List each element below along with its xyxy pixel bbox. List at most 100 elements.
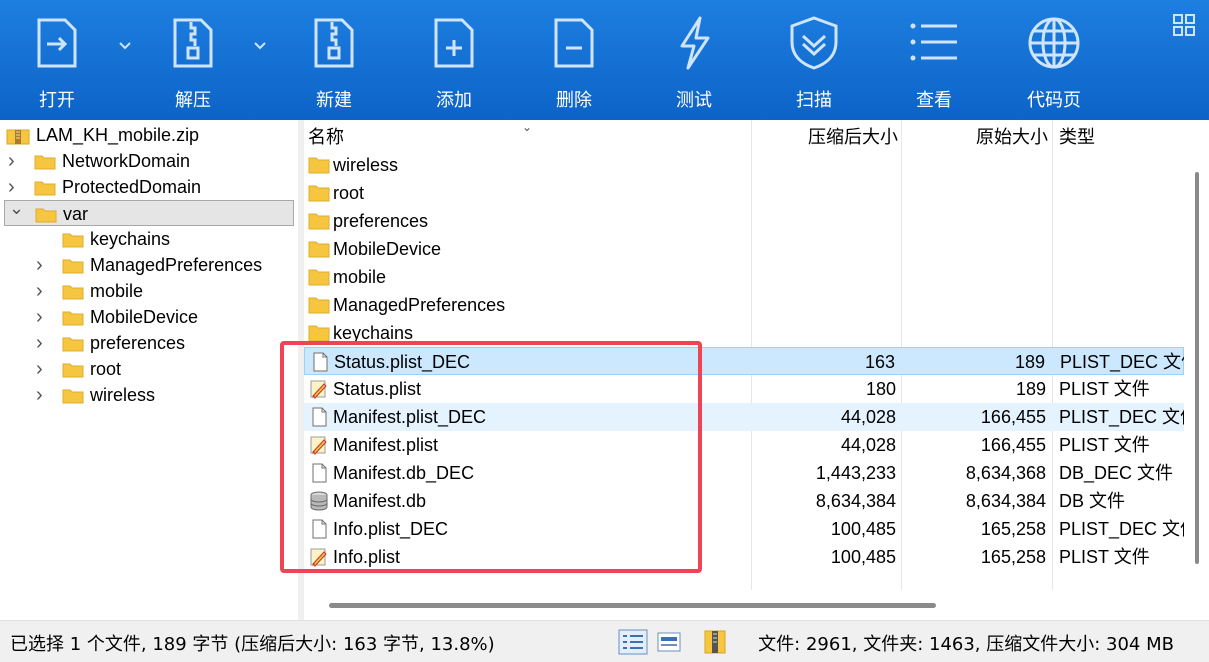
column-header-compressed[interactable]: 压缩后大小 xyxy=(808,124,898,152)
folder-icon xyxy=(62,285,84,300)
chevron-right-icon[interactable]: › xyxy=(8,148,22,174)
folder-icon xyxy=(308,185,330,202)
file-row[interactable]: Manifest.plist_DEC 44,028 166,455 PLIST_DEC… xyxy=(304,403,1184,431)
file-type: DB_DEC 文件 xyxy=(1059,463,1174,483)
tree-item-label: var xyxy=(63,204,89,224)
column-header-type[interactable]: 类型 xyxy=(1059,124,1095,152)
file-row[interactable]: Info.plist_DEC 100,485 165,258 PLIST_DEC 文件 xyxy=(304,515,1184,543)
file-name: mobile xyxy=(333,267,387,287)
file-row[interactable]: root xyxy=(304,179,1184,207)
chevron-right-icon[interactable]: › xyxy=(36,304,50,330)
chevron-right-icon[interactable]: › xyxy=(36,356,50,382)
original-size: 166,455 xyxy=(980,435,1046,455)
extract-zip-icon xyxy=(173,18,213,68)
folder-icon xyxy=(34,155,56,170)
scan-shield-icon xyxy=(790,16,838,70)
delete-button[interactable]: 删除 xyxy=(519,0,629,120)
file-row[interactable]: Status.plist 180 189 PLIST 文件 xyxy=(304,375,1184,403)
file-name: Info.plist xyxy=(333,547,401,567)
file-row[interactable]: Manifest.db 8,634,384 8,634,384 DB 文件 xyxy=(304,487,1184,515)
new-archive-icon xyxy=(314,18,354,68)
test-label: 测试 xyxy=(676,90,712,111)
delete-label: 删除 xyxy=(556,90,592,111)
tree-root-label: LAM_KH_mobile.zip xyxy=(36,125,200,145)
tree-item-wireless[interactable]: › wireless xyxy=(0,382,298,408)
tree-item-mobiledevice[interactable]: › MobileDevice xyxy=(0,304,298,330)
tree-item-networkdomain[interactable]: › NetworkDomain xyxy=(0,148,298,174)
layout-grid-icon[interactable] xyxy=(1173,14,1195,36)
scan-button[interactable]: 扫描 xyxy=(759,0,869,120)
plist-edit-icon xyxy=(310,436,327,455)
file-type: PLIST 文件 xyxy=(1059,379,1150,399)
tree-item-preferences[interactable]: › preferences xyxy=(0,330,298,356)
add-button[interactable]: 添加 xyxy=(399,0,509,120)
file-name: root xyxy=(333,183,365,203)
folder-icon xyxy=(62,259,84,274)
tree-item-root[interactable]: › root xyxy=(0,356,298,382)
scan-label: 扫描 xyxy=(796,90,832,111)
file-name: Manifest.plist xyxy=(333,435,439,455)
chevron-right-icon[interactable]: › xyxy=(36,278,50,304)
vertical-scrollbar-thumb[interactable] xyxy=(1195,172,1199,564)
test-button[interactable]: 测试 xyxy=(639,0,749,120)
tree-item-managedpreferences[interactable]: › ManagedPreferences xyxy=(0,252,298,278)
file-row[interactable]: Status.plist_DEC 163 189 PLIST_DEC 文件 xyxy=(304,347,1185,375)
document-icon xyxy=(312,463,327,483)
file-name: preferences xyxy=(333,211,429,231)
tree-item-protecteddomain[interactable]: › ProtectedDomain xyxy=(0,174,298,200)
vertical-scrollbar[interactable] xyxy=(1184,120,1209,620)
file-row[interactable]: keychains xyxy=(304,319,1184,347)
tree-item-label: wireless xyxy=(90,385,156,405)
file-row[interactable]: Manifest.plist 44,028 166,455 PLIST 文件 xyxy=(304,431,1184,459)
details-view-icon[interactable] xyxy=(618,629,648,655)
new-button[interactable]: 新建 xyxy=(279,0,389,120)
selection-status: 已选择 1 个文件, 189 字节 (压缩后大小: 163 字节, 13.8%) xyxy=(10,634,495,655)
view-button[interactable]: 查看 xyxy=(879,0,989,120)
add-label: 添加 xyxy=(436,90,472,111)
file-row[interactable]: ManagedPreferences xyxy=(304,291,1184,319)
chevron-right-icon[interactable]: › xyxy=(36,382,50,408)
file-row[interactable]: Manifest.db_DEC 1,443,233 8,634,368 DB_DEC … xyxy=(304,459,1184,487)
extract-dropdown-icon[interactable] xyxy=(251,36,269,54)
folder-icon xyxy=(62,311,84,326)
file-name: Info.plist_DEC xyxy=(333,519,449,539)
file-row[interactable]: wireless xyxy=(304,151,1184,179)
archive-info-icon[interactable] xyxy=(703,629,727,655)
sort-descending-icon: ⌄ xyxy=(522,120,533,134)
preview-view-icon[interactable] xyxy=(656,629,682,655)
globe-icon xyxy=(1028,17,1080,69)
file-row[interactable]: Info.plist 100,485 165,258 PLIST 文件 xyxy=(304,543,1184,571)
file-row[interactable]: mobile xyxy=(304,263,1184,291)
tree-item-var[interactable]: ⌄ var xyxy=(4,198,294,226)
tree-item-label: ProtectedDomain xyxy=(62,177,202,197)
tree-item-label: preferences xyxy=(90,333,186,353)
open-label: 打开 xyxy=(39,90,75,111)
file-row[interactable]: MobileDevice xyxy=(304,235,1184,263)
extract-button[interactable]: 解压 xyxy=(138,0,248,120)
original-size: 165,258 xyxy=(980,547,1046,567)
chevron-right-icon[interactable]: › xyxy=(36,252,50,278)
original-size: 166,455 xyxy=(980,407,1046,427)
codepage-button[interactable]: 代码页 xyxy=(999,0,1109,120)
file-name: keychains xyxy=(333,323,414,343)
horizontal-scrollbar-thumb[interactable] xyxy=(329,603,936,608)
compressed-size: 163 xyxy=(864,352,895,372)
folder-icon xyxy=(308,325,330,342)
chevron-down-icon[interactable]: ⌄ xyxy=(9,195,24,221)
open-button[interactable]: 打开 xyxy=(2,0,112,120)
tree-item-mobile[interactable]: › mobile xyxy=(0,278,298,304)
compressed-size: 44,028 xyxy=(840,407,896,427)
zip-archive-icon xyxy=(6,129,30,145)
file-name: ManagedPreferences xyxy=(333,295,506,315)
tree-item-keychains[interactable]: keychains xyxy=(0,226,298,252)
tree-root[interactable]: LAM_KH_mobile.zip xyxy=(0,122,298,148)
chevron-right-icon[interactable]: › xyxy=(36,330,50,356)
file-name: Manifest.db_DEC xyxy=(333,463,475,483)
compressed-size: 8,634,384 xyxy=(815,491,896,511)
column-header-original[interactable]: 原始大小 xyxy=(976,124,1048,152)
file-name: Status.plist xyxy=(333,379,422,399)
folder-tree: LAM_KH_mobile.zip › NetworkDomain › Protect… xyxy=(0,120,298,620)
column-header-name[interactable]: 名称 xyxy=(308,124,344,152)
file-row[interactable]: preferences xyxy=(304,207,1184,235)
open-dropdown-icon[interactable] xyxy=(116,36,134,54)
